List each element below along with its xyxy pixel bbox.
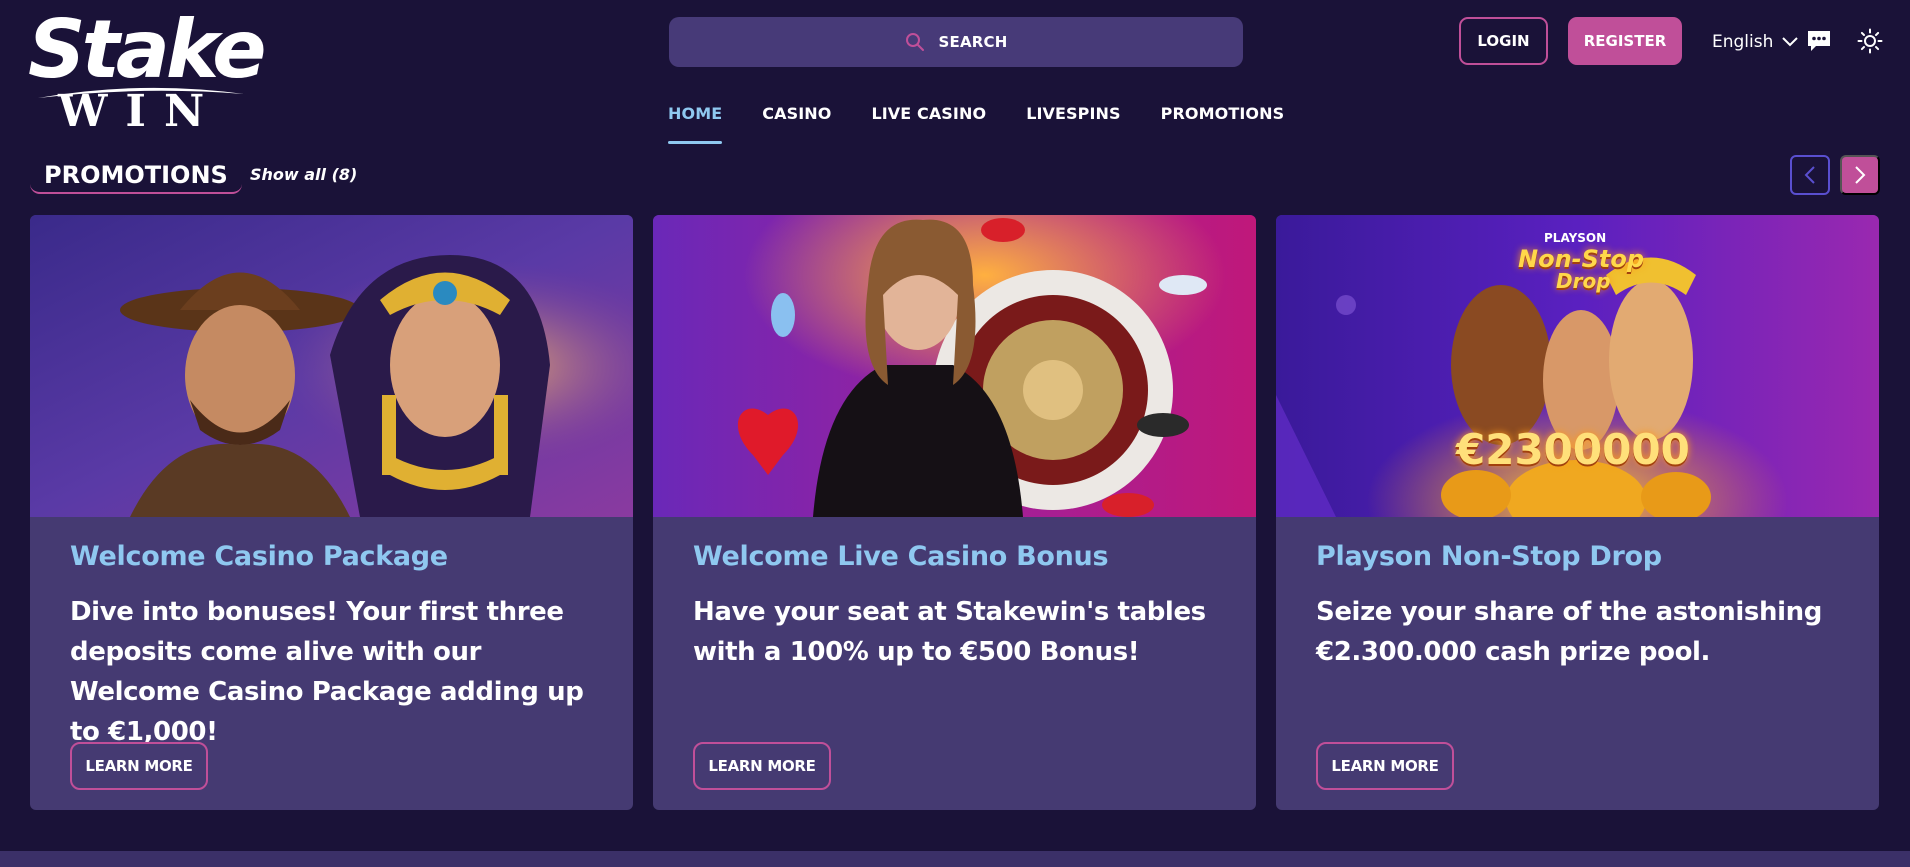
nav-live-casino[interactable]: LIVE CASINO — [871, 104, 986, 144]
promotions-carousel: Welcome Casino Package Dive into bonuses… — [30, 215, 1879, 810]
nav-casino[interactable]: CASINO — [762, 104, 831, 144]
promo-image-non-stop-drop: PLAYSON Non-Stop Drop €2300000 — [1276, 215, 1879, 517]
carousel-prev-button[interactable] — [1790, 155, 1830, 195]
show-all-link[interactable]: Show all (8) — [250, 165, 357, 184]
chevron-left-icon — [1804, 166, 1815, 184]
chevron-right-icon — [1855, 166, 1866, 184]
logo-text-win: WIN — [58, 86, 223, 137]
logo-text-stake: Stake — [28, 3, 266, 96]
language-selector[interactable]: English — [1712, 28, 1799, 56]
learn-more-button[interactable]: LEARN MORE — [693, 742, 831, 790]
promo-description: Have your seat at Stakewin's tables with… — [693, 597, 1206, 667]
promo-card[interactable]: PLAYSON Non-Stop Drop €2300000 Playson N… — [1276, 215, 1879, 810]
promo-title: Welcome Casino Package — [70, 541, 448, 572]
stakewin-logo[interactable]: Stake WIN — [28, 10, 266, 137]
chevron-down-icon — [1782, 37, 1799, 47]
promo-image-live-dealer — [653, 215, 1256, 517]
promo-card[interactable]: Welcome Live Casino Bonus Have your seat… — [653, 215, 1256, 810]
promo-card[interactable]: Welcome Casino Package Dive into bonuses… — [30, 215, 633, 810]
footer-strip — [0, 851, 1910, 867]
promotions-heading: PROMOTIONS — [30, 158, 242, 194]
playson-brand-label: PLAYSON — [1544, 231, 1607, 245]
promo-description: Seize your share of the astonishing €2.3… — [1316, 597, 1822, 667]
promo-title: Playson Non-Stop Drop — [1316, 541, 1662, 572]
register-button[interactable]: REGISTER — [1568, 17, 1682, 65]
language-label: English — [1712, 32, 1774, 52]
nav-promotions[interactable]: PROMOTIONS — [1161, 104, 1285, 144]
nav-home[interactable]: HOME — [668, 104, 723, 144]
prize-amount-label: €2300000 — [1456, 425, 1690, 474]
sun-icon[interactable] — [1857, 28, 1883, 54]
promo-description: Dive into bonuses! Your first three depo… — [70, 597, 584, 747]
login-button[interactable]: LOGIN — [1459, 17, 1548, 65]
chat-icon[interactable] — [1806, 28, 1832, 54]
promo-title: Welcome Live Casino Bonus — [693, 541, 1109, 572]
learn-more-button[interactable]: LEARN MORE — [1316, 742, 1454, 790]
main-nav: HOME CASINO LIVE CASINO LIVESPINS PROMOT… — [668, 104, 1284, 144]
search-label: SEARCH — [938, 33, 1008, 51]
nav-livespins[interactable]: LIVESPINS — [1026, 104, 1120, 144]
learn-more-button[interactable]: LEARN MORE — [70, 742, 208, 790]
search-bar[interactable]: SEARCH — [669, 17, 1243, 67]
promo-image-cowboy-cleopatra — [30, 215, 633, 517]
drop-label: Drop — [1556, 269, 1611, 293]
search-icon — [905, 33, 924, 51]
carousel-next-button[interactable] — [1840, 155, 1880, 195]
